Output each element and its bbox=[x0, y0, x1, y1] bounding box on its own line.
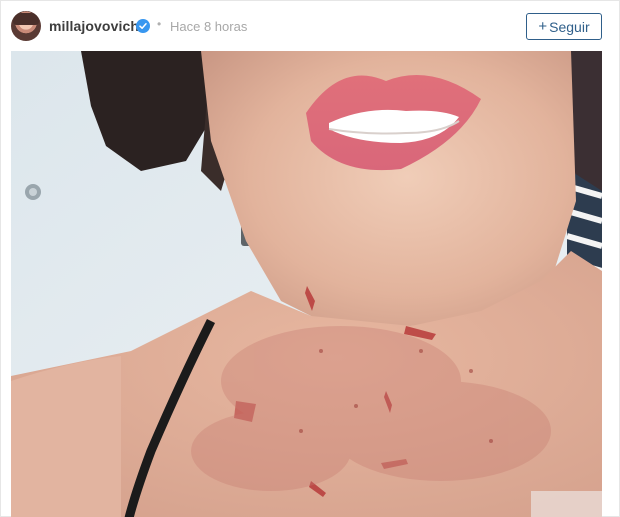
username-link[interactable]: millajovovich bbox=[49, 18, 139, 34]
photo-image bbox=[11, 51, 602, 517]
instagram-post: millajovovich • Hace 8 horas + Seguir bbox=[0, 0, 620, 517]
plus-icon: + bbox=[538, 18, 548, 35]
follow-button[interactable]: + Seguir bbox=[526, 13, 602, 40]
verified-badge-icon bbox=[136, 19, 150, 33]
post-photo[interactable] bbox=[11, 51, 602, 517]
follow-button-label: Seguir bbox=[549, 18, 590, 35]
avatar[interactable] bbox=[11, 11, 41, 41]
separator-dot: • bbox=[157, 17, 162, 31]
post-header: millajovovich • Hace 8 horas + Seguir bbox=[1, 1, 619, 51]
post-timestamp[interactable]: Hace 8 horas bbox=[170, 19, 247, 34]
